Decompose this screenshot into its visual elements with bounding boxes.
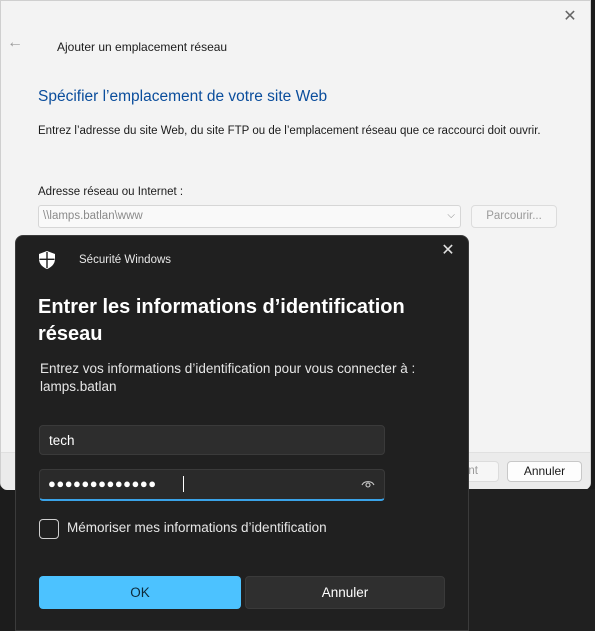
address-label: Adresse réseau ou Internet : (38, 186, 184, 198)
shield-icon (39, 251, 55, 269)
target-host: lamps.batlan (40, 379, 117, 394)
eye-icon[interactable] (361, 479, 375, 489)
address-value: \\lamps.batlan\www (43, 210, 143, 222)
password-field[interactable]: ●●●●●●●●●●●●● (39, 469, 385, 501)
page-description: Entrez l’adresse du site Web, du site FT… (38, 125, 541, 137)
next-button-label: nt (468, 465, 478, 477)
back-arrow-icon[interactable]: ← (7, 35, 23, 51)
window-title: Ajouter un emplacement réseau (57, 40, 228, 54)
app-name: Sécurité Windows (79, 254, 172, 266)
address-combobox[interactable]: \\lamps.batlan\www ⌵ (38, 205, 461, 228)
page-heading: Spécifier l’emplacement de votre site We… (38, 88, 328, 105)
ok-button[interactable]: OK (39, 576, 241, 609)
dialog-description: Entrez vos informations d’identification… (40, 361, 416, 376)
desktop-background (468, 489, 595, 631)
remember-credentials-checkbox[interactable] (39, 519, 59, 539)
username-field[interactable]: tech (39, 425, 385, 455)
close-icon[interactable]: ✕ (440, 243, 456, 259)
windows-security-dialog: Sécurité Windows ✕ Entrer les informatio… (15, 235, 469, 631)
username-value: tech (49, 433, 75, 448)
remember-credentials-label[interactable]: Mémoriser mes informations d’identificat… (67, 520, 327, 535)
browse-button[interactable]: Parcourir... (471, 205, 557, 228)
wizard-cancel-button[interactable]: Annuler (507, 461, 582, 482)
dialog-title: Entrer les informations d’identification… (38, 296, 405, 345)
password-mask: ●●●●●●●●●●●●● (48, 476, 157, 491)
close-icon[interactable]: ✕ (560, 7, 580, 27)
text-caret (183, 476, 184, 492)
chevron-down-icon[interactable]: ⌵ (447, 210, 455, 221)
cancel-button[interactable]: Annuler (245, 576, 445, 609)
